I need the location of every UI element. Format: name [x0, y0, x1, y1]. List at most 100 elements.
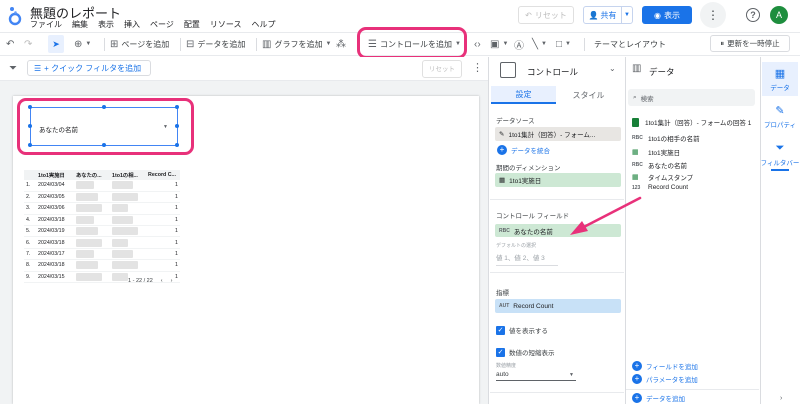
show-values-checkbox[interactable]: ✓: [496, 325, 505, 335]
calendar-icon: ▦: [632, 174, 639, 181]
add-data-link[interactable]: + データを追加: [632, 393, 685, 403]
avatar[interactable]: A: [770, 6, 788, 24]
menu-file[interactable]: ファイル: [30, 19, 62, 30]
table-header-partner[interactable]: 1to1の相...: [110, 170, 146, 180]
menu-view[interactable]: 表示: [98, 19, 114, 30]
compact-numbers-checkbox[interactable]: ✓: [496, 347, 505, 357]
data-table[interactable]: 1to1実施日 あなたの... 1to1の相... Record C... 1.…: [24, 170, 180, 284]
table-row[interactable]: 8. 2024/03/18 1: [24, 259, 180, 272]
filter-reset-button[interactable]: リセット: [422, 60, 462, 78]
chevron-right-icon[interactable]: ›: [780, 395, 782, 402]
menu-insert[interactable]: 挿入: [124, 19, 140, 30]
table-cell-record-count: 1: [146, 202, 180, 215]
shape-icon[interactable]: □ ▼: [556, 36, 571, 52]
toolbar-divider: [180, 38, 181, 51]
data-source-chip[interactable]: ✎ 1to1集計（回答）- フォーム...: [495, 127, 621, 141]
show-values-option[interactable]: ✓ 値を表示する: [496, 325, 548, 335]
image-icon[interactable]: ▣ ▼: [490, 36, 508, 52]
add-chart-button[interactable]: ▥ グラフを追加 ▼: [262, 36, 331, 52]
select-cursor-icon[interactable]: ➤: [48, 35, 64, 53]
share-button[interactable]: 👤 共有 ▼: [583, 6, 633, 24]
table-cell-redacted: [74, 191, 110, 204]
control-type-icon[interactable]: [500, 62, 516, 78]
table-row[interactable]: 1. 2024/03/04 1: [24, 180, 180, 192]
more-options-icon[interactable]: ⋮: [700, 2, 726, 28]
table-header-record-count[interactable]: Record C...: [146, 170, 180, 180]
compact-numbers-option[interactable]: ✓ 数値の短縮表示: [496, 347, 555, 357]
pause-updates-button[interactable]: ⏸ 更新を一時停止: [710, 35, 790, 52]
data-source-item[interactable]: 1to1集計（回答）- フォームの回答 1: [632, 117, 751, 127]
default-selection-input[interactable]: 値 1、値 2、値 3: [496, 252, 558, 266]
embed-code-icon[interactable]: ‹›: [474, 36, 481, 52]
data-search-input[interactable]: ⌕ 検索: [628, 89, 755, 106]
redo-icon[interactable]: ↷: [24, 36, 32, 52]
filter-icon[interactable]: ⏷: [9, 63, 17, 74]
menu-help[interactable]: ヘルプ: [251, 19, 275, 30]
table-cell-redacted: [74, 214, 110, 227]
blend-data-link[interactable]: + データを統合: [497, 145, 550, 155]
table-header-date[interactable]: 1to1実施日: [36, 170, 74, 180]
table-row[interactable]: 2. 2024/03/05 1: [24, 191, 180, 204]
menu-page[interactable]: ページ: [150, 19, 174, 30]
looker-studio-logo-icon[interactable]: [8, 6, 22, 26]
chevron-left-icon[interactable]: ‹: [161, 278, 163, 284]
table-cell-redacted: [110, 225, 146, 238]
add-data-button[interactable]: ⊟ データを追加: [186, 36, 245, 52]
community-viz-icon[interactable]: ⁂: [336, 36, 346, 52]
chevron-down-icon[interactable]: ▼: [621, 7, 632, 23]
add-parameter-link[interactable]: + パラメータを追加: [632, 374, 698, 384]
add-data-icon: ⊟: [186, 38, 195, 50]
table-cell-date: 2024/03/04: [36, 180, 74, 192]
theme-layout-button[interactable]: テーマとレイアウト: [594, 36, 666, 52]
panel-collapse-icon[interactable]: ▥: [632, 63, 641, 74]
field-item[interactable]: ▦ 1to1実施日: [632, 147, 680, 157]
decimal-precision-select[interactable]: auto ▼: [496, 371, 576, 381]
chart-icon: ▥: [262, 38, 272, 50]
field-item[interactable]: RBC 1to1の相手の名前: [632, 133, 700, 143]
rail-properties-button[interactable]: ✎ プロパティ: [762, 104, 798, 129]
chevron-right-icon[interactable]: ›: [171, 278, 173, 284]
menu-edit[interactable]: 編集: [72, 19, 88, 30]
menu-resource[interactable]: リソース: [210, 19, 242, 30]
highlight-dropdown-control: [17, 98, 194, 155]
reset-button[interactable]: ↶ リセット: [518, 6, 574, 24]
period-dimension-chip[interactable]: ▦ 1to1実施日: [495, 173, 621, 187]
undo-icon[interactable]: ↶: [6, 36, 14, 52]
table-cell-index: 3.: [24, 202, 36, 215]
rail-filter-bar-button[interactable]: ⏷ フィルタバー: [761, 142, 799, 171]
section-divider: [490, 272, 624, 273]
text-type-icon: RBC: [632, 135, 643, 141]
table-row[interactable]: 3. 2024/03/06 1: [24, 202, 180, 215]
quick-filter-button[interactable]: ☰ + クイック フィルタを追加: [27, 60, 151, 76]
table-cell-record-count: 1: [146, 214, 180, 227]
toolbar-divider: [104, 38, 105, 51]
add-field-link[interactable]: + フィールドを追加: [632, 361, 698, 371]
more-options-icon[interactable]: ⋮: [472, 61, 483, 74]
tab-setup[interactable]: 設定: [491, 86, 556, 104]
line-icon[interactable]: ╲ ▼: [532, 36, 547, 52]
metric-chip[interactable]: AUT Record Count: [495, 299, 621, 313]
table-header-name[interactable]: あなたの...: [74, 170, 110, 180]
table-cell-redacted: [74, 202, 110, 215]
field-item[interactable]: ▦ タイムスタンプ: [632, 172, 693, 182]
zoom-icon[interactable]: ⊕ ▼: [74, 36, 91, 52]
rail-data-button[interactable]: ▦ データ: [762, 62, 798, 96]
tab-style[interactable]: スタイル: [556, 86, 621, 104]
annotation-arrow: [570, 196, 642, 235]
chevron-down-icon[interactable]: ⌄: [609, 64, 616, 73]
table-row[interactable]: 5. 2024/03/19 1: [24, 225, 180, 238]
table-row[interactable]: 6. 2024/03/18 1: [24, 236, 180, 249]
table-cell-index: 7.: [24, 248, 36, 261]
table-row[interactable]: 4. 2024/03/18 1: [24, 214, 180, 227]
help-icon[interactable]: ?: [746, 8, 760, 22]
field-item[interactable]: RBC あなたの名前: [632, 160, 687, 170]
menu-arrange[interactable]: 配置: [184, 19, 200, 30]
chevron-down-icon: ▼: [569, 372, 574, 378]
text-icon[interactable]: Ⓐ: [514, 36, 524, 52]
field-item[interactable]: 123 Record Count: [632, 184, 688, 191]
table-row[interactable]: 7. 2024/03/17 1: [24, 248, 180, 261]
data-icon: ▦: [774, 67, 786, 80]
pause-icon: ⏸: [720, 38, 725, 48]
view-button[interactable]: ◉ 表示: [642, 6, 692, 24]
add-page-button[interactable]: ⊞ ページを追加: [110, 36, 169, 52]
